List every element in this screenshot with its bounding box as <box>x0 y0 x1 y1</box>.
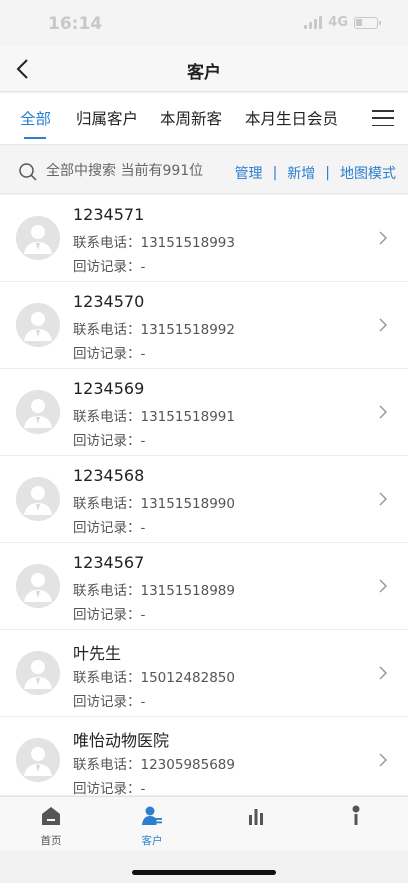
bottom-tab-label: 客户 <box>141 835 163 847</box>
customer-visit-record: 回访记录：- <box>73 781 146 795</box>
customer-list-item[interactable]: 唯怡动物医院 联系电话：12305985689 回访记录：- <box>0 717 408 795</box>
avatar <box>16 303 60 347</box>
customer-list-item[interactable]: 1234569 联系电话：13151518991 回访记录：- <box>0 369 408 456</box>
customer-phone: 联系电话：13151518990 <box>73 496 235 512</box>
customer-phone: 联系电话：13151518989 <box>73 583 235 599</box>
customer-list-item[interactable]: 1234567 联系电话：13151518989 回访记录：- <box>0 543 408 630</box>
menu-icon[interactable] <box>372 107 394 129</box>
bottom-tab-statistics[interactable] <box>226 805 286 833</box>
chevron-right-icon <box>379 318 388 332</box>
user-avatar-icon <box>16 564 60 608</box>
user-avatar-icon <box>16 651 60 695</box>
search-input[interactable] <box>46 160 216 182</box>
separator: | <box>272 165 278 181</box>
chevron-right-icon <box>379 579 388 593</box>
customer-name: 1234571 <box>73 205 145 224</box>
search-row: 管理 | 新增 | 地图模式 <box>0 146 408 194</box>
page-title: 客户 <box>187 63 221 83</box>
customer-name: 1234570 <box>73 292 145 311</box>
active-tab-indicator <box>24 137 46 139</box>
customer-visit-record: 回访记录：- <box>73 433 146 449</box>
add-button[interactable]: 新增 <box>287 163 315 183</box>
network-type: 4G <box>328 15 348 30</box>
customer-name: 1234569 <box>73 379 145 398</box>
customer-name: 唯怡动物医院 <box>73 731 170 750</box>
tab-birthday-this-month[interactable]: 本月生日会员 <box>245 107 338 129</box>
customer-name: 1234568 <box>73 466 145 485</box>
map-mode-button[interactable]: 地图模式 <box>340 163 396 183</box>
customer-list-item[interactable]: 1234570 联系电话：13151518992 回访记录：- <box>0 282 408 369</box>
customer-list-item[interactable]: 1234571 联系电话：13151518993 回访记录：- <box>0 195 408 282</box>
tab-assigned-customers[interactable]: 归属客户 <box>76 107 138 129</box>
customer-phone: 联系电话：13151518991 <box>73 409 235 425</box>
customer-list: 1234571 联系电话：13151518993 回访记录：- 1234570 … <box>0 195 408 795</box>
bottom-tab-bar: 首页 客户 <box>0 796 408 850</box>
home-indicator-area <box>0 850 408 883</box>
chevron-right-icon <box>379 753 388 767</box>
customer-visit-record: 回访记录：- <box>73 259 146 275</box>
chevron-right-icon <box>379 492 388 506</box>
search-icon <box>19 163 37 181</box>
customer-icon <box>142 806 162 825</box>
avatar <box>16 216 60 260</box>
avatar <box>16 390 60 434</box>
battery-icon <box>354 16 381 29</box>
user-avatar-icon <box>16 303 60 347</box>
status-time: 16:14 <box>48 14 103 34</box>
customer-visit-record: 回访记录：- <box>73 694 146 710</box>
status-bar: 16:14 4G <box>0 0 408 46</box>
customer-visit-record: 回访记录：- <box>73 346 146 362</box>
customer-name: 叶先生 <box>73 644 122 663</box>
manage-button[interactable]: 管理 <box>235 163 263 183</box>
home-indicator[interactable] <box>132 870 276 875</box>
navigation-bar: 客户 <box>0 46 408 92</box>
customer-phone: 联系电话：12305985689 <box>73 757 235 773</box>
customer-list-item[interactable]: 1234568 联系电话：13151518990 回访记录：- <box>0 456 408 543</box>
bottom-tab-label: 首页 <box>40 835 62 847</box>
separator: | <box>325 165 330 181</box>
avatar <box>16 477 60 521</box>
signal-icon <box>304 16 323 29</box>
customer-name: 1234567 <box>73 553 145 572</box>
home-icon <box>42 807 60 825</box>
status-indicators: 4G <box>304 15 381 30</box>
customer-phone: 联系电话：13151518993 <box>73 235 235 251</box>
customer-visit-record: 回访记录：- <box>73 607 146 623</box>
customer-phone: 联系电话：13151518992 <box>73 322 235 338</box>
chevron-right-icon <box>379 231 388 245</box>
user-avatar-icon <box>16 477 60 521</box>
action-links: 管理 | 新增 | 地图模式 <box>235 163 396 183</box>
user-avatar-icon <box>16 216 60 260</box>
customer-phone: 联系电话：15012482850 <box>73 670 235 686</box>
tab-all[interactable]: 全部 <box>20 107 51 129</box>
user-avatar-icon <box>16 390 60 434</box>
bottom-tab-profile[interactable] <box>326 805 386 833</box>
chart-icon <box>249 809 263 825</box>
chevron-right-icon <box>379 666 388 680</box>
avatar <box>16 738 60 782</box>
bottom-tab-home[interactable]: 首页 <box>21 805 81 848</box>
avatar <box>16 651 60 695</box>
filter-tab-bar: 全部 归属客户 本周新客 本月生日会员 <box>0 93 408 145</box>
profile-icon <box>352 805 360 825</box>
customer-list-item[interactable]: 叶先生 联系电话：15012482850 回访记录：- <box>0 630 408 717</box>
customer-visit-record: 回访记录：- <box>73 520 146 536</box>
bottom-tab-customers[interactable]: 客户 <box>122 805 182 848</box>
user-avatar-icon <box>16 738 60 782</box>
avatar <box>16 564 60 608</box>
chevron-right-icon <box>379 405 388 419</box>
tab-new-this-week[interactable]: 本周新客 <box>160 107 222 129</box>
